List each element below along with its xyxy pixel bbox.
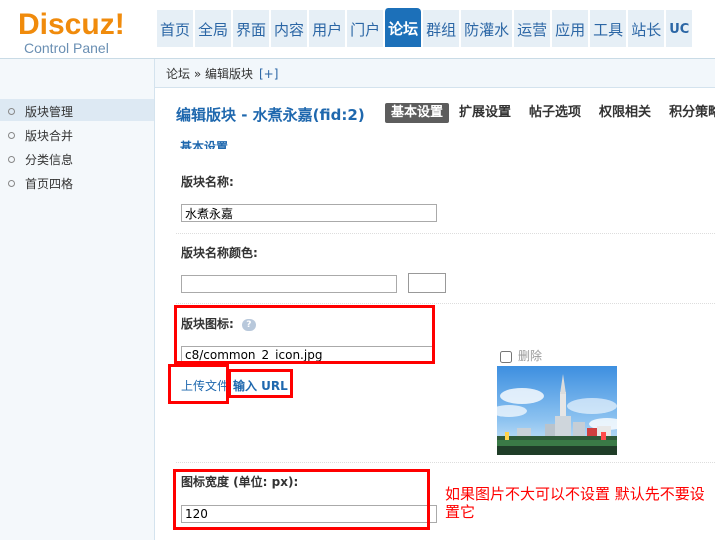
section-heading: 基本设置: [180, 140, 229, 149]
logo-main-text: Discuz: [18, 8, 115, 41]
nav-item-admin[interactable]: 站长: [627, 10, 665, 47]
tab-basic[interactable]: 基本设置: [385, 103, 450, 123]
forum-name-label: 版块名称:: [181, 175, 234, 189]
bullet-icon: [8, 156, 15, 163]
settings-tabs: 基本设置 扩展设置 帖子选项 权限相关 积分策略: [385, 103, 715, 123]
top-nav: 首页 全局 界面 内容 用户 门户 论坛 群组 防灌水 运营 应用 工具 站长 …: [156, 8, 693, 47]
highlight-box-icon: [174, 305, 435, 364]
nav-item-user[interactable]: 用户: [308, 10, 346, 47]
highlight-box-url: [228, 369, 293, 398]
divider: [176, 233, 715, 234]
highlight-box-upload: [168, 364, 229, 404]
sidebar-item-forum-manage[interactable]: 版块管理: [8, 103, 73, 120]
sidebar-item-home-grid[interactable]: 首页四格: [8, 175, 73, 192]
breadcrumb-text: 论坛 » 编辑版块: [166, 67, 253, 81]
bullet-icon: [8, 180, 15, 187]
add-shortcut-link[interactable]: [+]: [259, 67, 278, 81]
nav-item-global[interactable]: 全局: [194, 10, 232, 47]
nav-item-forum[interactable]: 论坛: [384, 8, 422, 47]
nav-item-tools[interactable]: 工具: [589, 10, 627, 47]
delete-icon-label: 删除: [518, 349, 543, 363]
page-title: 编辑版块 - 水煮永嘉(fid:2): [176, 106, 365, 124]
forum-icon-preview-image: [497, 366, 617, 455]
nav-item-app[interactable]: 应用: [551, 10, 589, 47]
delete-icon-checkbox[interactable]: [500, 350, 512, 363]
bullet-icon: [8, 132, 15, 139]
nav-item-uc[interactable]: UC: [665, 10, 693, 47]
nav-item-antispam[interactable]: 防灌水: [460, 10, 513, 47]
logo-subtitle: Control Panel: [24, 40, 109, 56]
nav-item-group[interactable]: 群组: [422, 10, 460, 47]
divider: [176, 303, 715, 304]
annotation-note: 如果图片不大可以不设置 默认先不要设置它: [445, 485, 705, 521]
bullet-icon: [8, 108, 15, 115]
discuz-logo[interactable]: Discuz! Control Panel: [18, 8, 125, 57]
sidebar-item-thread-types[interactable]: 分类信息: [8, 151, 73, 168]
delete-icon-checkbox-row[interactable]: 删除: [500, 347, 542, 364]
forum-name-input[interactable]: [181, 204, 437, 222]
tab-extended[interactable]: 扩展设置: [459, 103, 511, 123]
color-picker-swatch[interactable]: [408, 273, 446, 293]
logo-excl: !: [114, 8, 125, 41]
highlight-box-width: [173, 469, 430, 530]
tab-permissions[interactable]: 权限相关: [599, 103, 651, 123]
nav-item-portal[interactable]: 门户: [346, 10, 384, 47]
header: Discuz! Control Panel 首页 全局 界面 内容 用户 门户 …: [0, 0, 715, 59]
forum-color-label: 版块名称颜色:: [181, 246, 258, 260]
sidebar-item-forum-merge[interactable]: 版块合并: [8, 127, 73, 144]
breadcrumb: 论坛 » 编辑版块 [+]: [166, 65, 278, 82]
breadcrumb-bar: 论坛 » 编辑版块 [+]: [155, 59, 715, 88]
nav-item-style[interactable]: 界面: [232, 10, 270, 47]
nav-item-home[interactable]: 首页: [156, 10, 194, 47]
city-skyline-photo: [497, 366, 617, 455]
sidebar: 版块管理 版块合并 分类信息 首页四格: [0, 59, 155, 540]
nav-item-operation[interactable]: 运营: [513, 10, 551, 47]
tab-post-options[interactable]: 帖子选项: [529, 103, 581, 123]
tab-credits[interactable]: 积分策略: [669, 103, 715, 123]
forum-color-input[interactable]: [181, 275, 397, 293]
divider: [176, 462, 715, 463]
nav-item-content[interactable]: 内容: [270, 10, 308, 47]
